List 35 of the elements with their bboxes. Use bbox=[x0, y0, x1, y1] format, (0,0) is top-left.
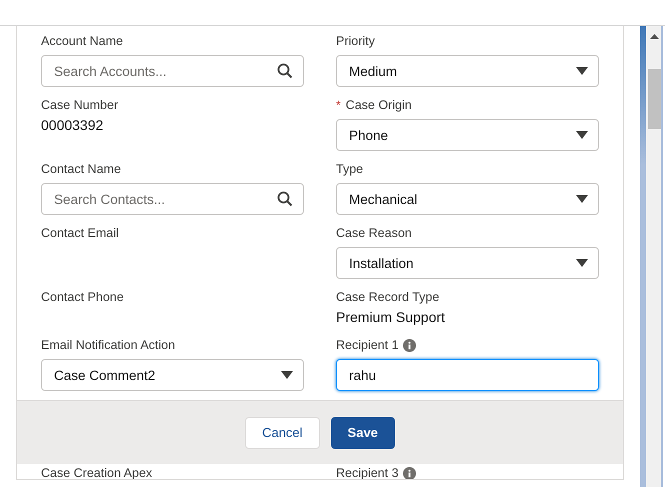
field-value: Premium Support bbox=[336, 308, 446, 327]
picklist-field[interactable]: Case Comment2 bbox=[41, 359, 304, 391]
field-label: Contact Phone bbox=[41, 290, 124, 304]
field-label: Contact Email bbox=[41, 226, 119, 240]
field-label: Case Record Type bbox=[336, 290, 440, 304]
picklist-field[interactable]: Medium bbox=[336, 55, 599, 87]
caret-icon bbox=[576, 131, 588, 139]
caret-icon bbox=[576, 195, 588, 203]
caret-icon bbox=[281, 371, 293, 379]
search-field[interactable]: Search Contacts... bbox=[41, 183, 304, 215]
required-mark: * bbox=[336, 98, 341, 112]
scrollbar[interactable] bbox=[646, 26, 663, 487]
field-label: Case Number bbox=[41, 98, 118, 112]
search-icon bbox=[277, 63, 293, 79]
field-label: Account Name bbox=[41, 34, 123, 48]
field-value: 00003392 bbox=[41, 116, 104, 135]
picklist-field[interactable]: Mechanical bbox=[336, 183, 599, 215]
save-button[interactable]: Save bbox=[330, 416, 395, 448]
scroll-thumb[interactable] bbox=[648, 69, 661, 129]
cancel-button[interactable]: Cancel bbox=[245, 416, 320, 448]
input-field[interactable]: rahu bbox=[336, 359, 599, 391]
field-label: Priority bbox=[336, 34, 375, 48]
search-field[interactable]: Search Accounts... bbox=[41, 55, 304, 87]
field-label: Recipient 1 bbox=[336, 338, 399, 352]
field-label: Contact Name bbox=[41, 162, 121, 176]
search-icon bbox=[277, 191, 293, 207]
caret-icon bbox=[576, 259, 588, 267]
caret-icon bbox=[576, 67, 588, 75]
picklist-field[interactable]: Installation bbox=[336, 247, 599, 279]
field-label: Email Notification Action bbox=[41, 338, 176, 352]
field-label: Case Origin bbox=[346, 98, 412, 112]
field-label: Case Reason bbox=[336, 226, 412, 240]
picklist-field[interactable]: Phone bbox=[336, 119, 599, 151]
field-label: Type bbox=[336, 162, 364, 176]
scroll-up-icon[interactable] bbox=[650, 34, 659, 39]
